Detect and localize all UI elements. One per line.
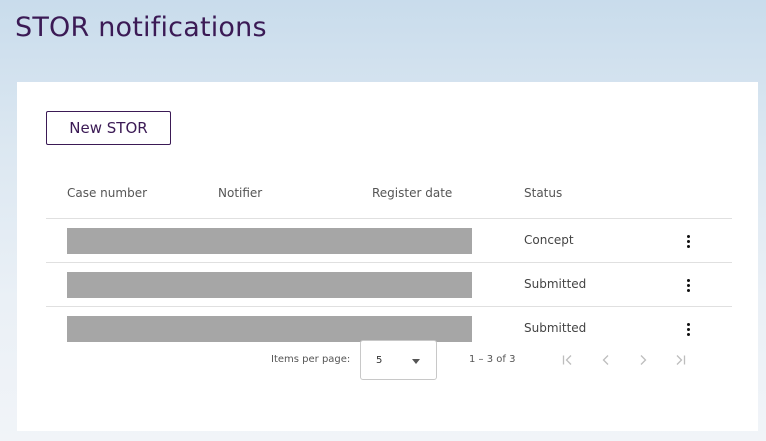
first-page-icon[interactable] bbox=[557, 349, 579, 371]
page-title: STOR notifications bbox=[15, 12, 267, 43]
chevron-left-icon[interactable] bbox=[595, 349, 617, 371]
table-row[interactable]: Concept bbox=[46, 219, 732, 263]
items-per-page-label: Items per page: bbox=[271, 354, 351, 365]
last-page-icon[interactable] bbox=[669, 349, 691, 371]
more-vert-icon[interactable] bbox=[678, 273, 698, 297]
column-header-status[interactable]: Status bbox=[524, 186, 562, 200]
new-stor-button[interactable]: New STOR bbox=[46, 111, 171, 145]
chevron-down-icon bbox=[412, 359, 420, 364]
table-row[interactable]: Submitted bbox=[46, 263, 732, 307]
notifications-table: Case number Notifier Register date Statu… bbox=[46, 174, 732, 350]
page-size-value: 5 bbox=[376, 355, 383, 366]
status-cell: Concept bbox=[524, 233, 574, 247]
column-header-case-number[interactable]: Case number bbox=[67, 186, 147, 200]
more-vert-icon[interactable] bbox=[678, 229, 698, 253]
page-size-select[interactable]: 5 bbox=[360, 340, 437, 380]
column-header-notifier[interactable]: Notifier bbox=[218, 186, 262, 200]
table-header: Case number Notifier Register date Statu… bbox=[46, 174, 732, 219]
more-vert-icon[interactable] bbox=[678, 317, 698, 341]
paginator: Items per page: 5 1 – 3 of 3 bbox=[17, 340, 758, 380]
redacted-row-content bbox=[67, 316, 472, 342]
column-header-register-date[interactable]: Register date bbox=[372, 186, 452, 200]
redacted-row-content bbox=[67, 228, 472, 254]
status-cell: Submitted bbox=[524, 321, 587, 335]
page-range-label: 1 – 3 of 3 bbox=[469, 354, 516, 365]
chevron-right-icon[interactable] bbox=[632, 349, 654, 371]
notifications-card: New STOR Case number Notifier Register d… bbox=[17, 82, 758, 431]
redacted-row-content bbox=[67, 272, 472, 298]
status-cell: Submitted bbox=[524, 277, 587, 291]
